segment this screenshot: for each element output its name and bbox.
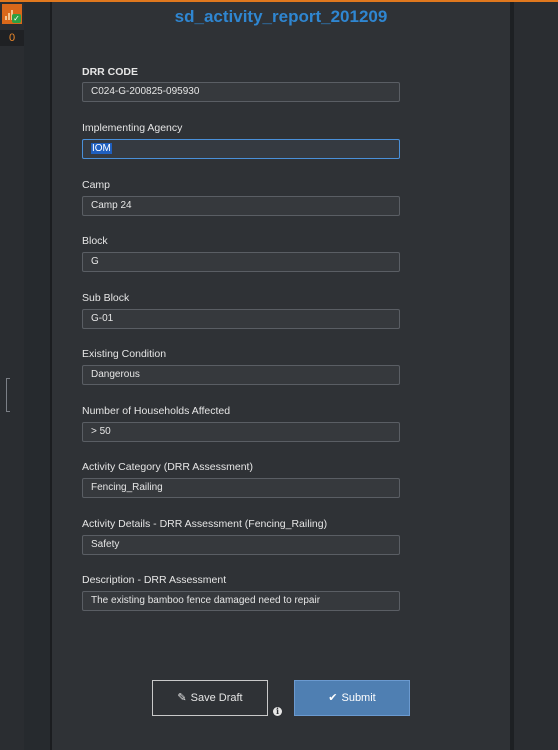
field-label-sub-block: Sub Block (82, 292, 130, 304)
info-icon[interactable]: i (273, 707, 282, 716)
implementing-agency-field[interactable]: IOM (82, 139, 400, 159)
field-label-existing-condition: Existing Condition (82, 348, 167, 360)
activity-category-field[interactable]: Fencing_Railing (82, 478, 400, 498)
field-label-activity-category: Activity Category (DRR Assessment) (82, 461, 253, 473)
sub-block-field[interactable]: G-01 (82, 309, 400, 329)
check-icon: ✔ (328, 692, 338, 704)
drr-code-field[interactable]: C024-G-200825-095930 (82, 82, 400, 102)
description-field[interactable]: The existing bamboo fence damaged need t… (82, 591, 400, 611)
left-gutter (24, 2, 52, 750)
camp-field[interactable]: Camp 24 (82, 196, 400, 216)
resize-handle[interactable] (6, 378, 10, 412)
bar-chart-check-icon[interactable]: ✓ (2, 4, 22, 24)
save-draft-button[interactable]: ✎ Save Draft (152, 680, 268, 716)
form-panel: sd_activity_report_201209 DRR CODE C024-… (52, 2, 510, 750)
pencil-icon: ✎ (177, 692, 187, 704)
existing-condition-field[interactable]: Dangerous (82, 365, 400, 385)
block-field[interactable]: G (82, 252, 400, 272)
right-gutter (510, 2, 558, 750)
submit-button[interactable]: ✔ Submit (294, 680, 410, 716)
pending-count[interactable]: 0 (0, 30, 24, 46)
page-title: sd_activity_report_201209 (174, 7, 388, 26)
field-label-description: Description - DRR Assessment (82, 574, 227, 586)
left-rail: ✓ 0 (0, 2, 25, 750)
field-label-drr-code: DRR CODE (82, 66, 139, 78)
field-label-block: Block (82, 235, 108, 247)
field-label-activity-details: Activity Details - DRR Assessment (Fenci… (82, 518, 328, 530)
field-label-households-affected: Number of Households Affected (82, 405, 231, 417)
activity-details-field[interactable]: Safety (82, 535, 400, 555)
save-draft-label: Save Draft (190, 692, 243, 704)
field-label-camp: Camp (82, 179, 111, 191)
selected-text: IOM (91, 143, 112, 154)
field-label-implementing-agency: Implementing Agency (82, 122, 183, 134)
submit-label: Submit (341, 692, 376, 704)
households-affected-field[interactable]: > 50 (82, 422, 400, 442)
check-badge-icon: ✓ (12, 14, 21, 23)
